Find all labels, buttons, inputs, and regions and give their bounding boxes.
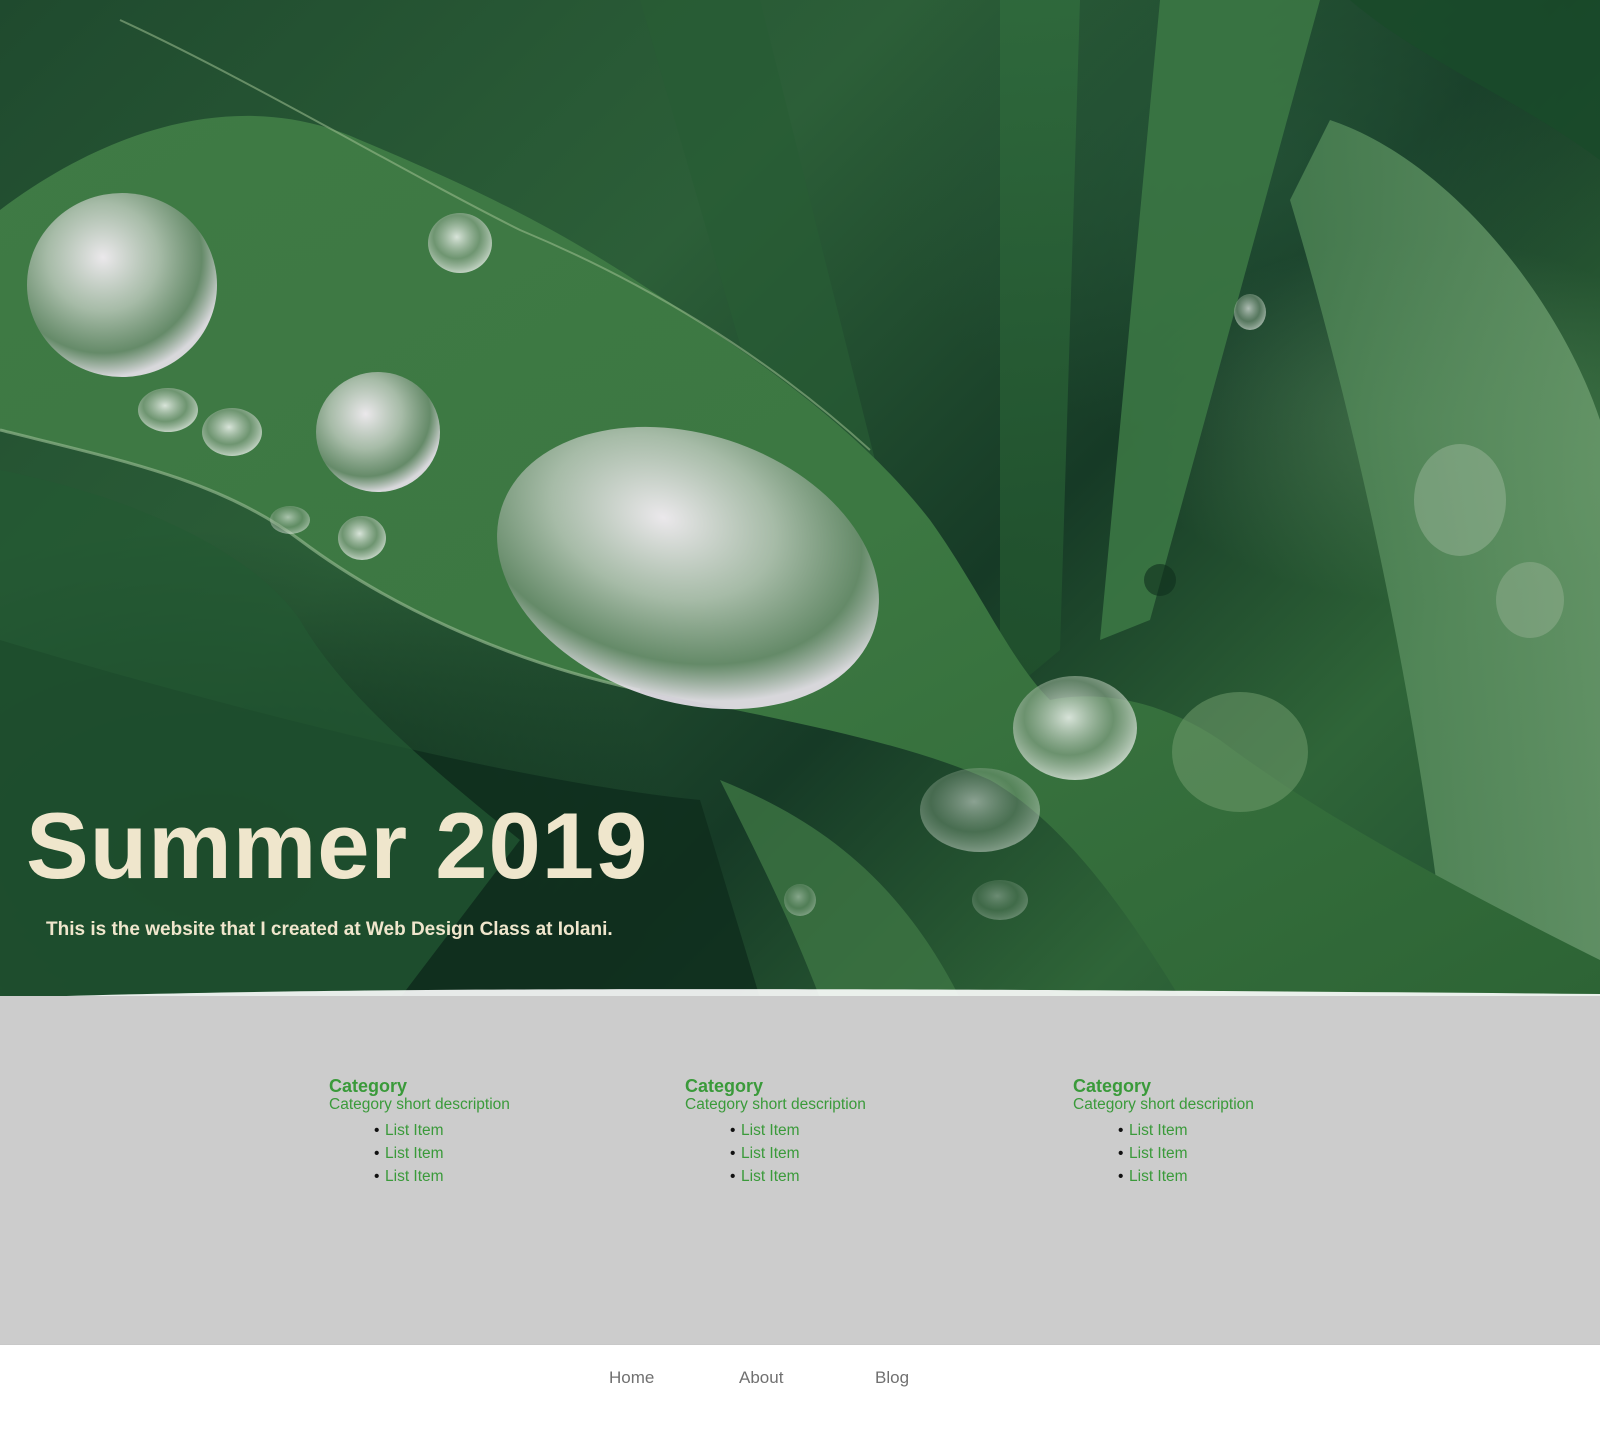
bullet-icon: • [730,1145,736,1162]
bullet-icon: • [374,1168,380,1185]
bullet-icon: • [730,1168,736,1185]
category-title: Category [329,1076,408,1096]
list-item: • List Item [374,1165,649,1188]
list-item-link[interactable]: List Item [741,1168,800,1185]
categories-section: Category Category short description • Lis… [0,996,1600,1344]
category-column-2: Category Category short description • Lis… [685,1076,1005,1188]
hero-subtitle: This is the website that I created at We… [46,919,613,940]
bullet-icon: • [374,1145,380,1162]
list-item-link[interactable]: List Item [385,1122,444,1139]
category-column-1: Category Category short description • Lis… [329,1076,649,1188]
bullet-icon: • [730,1122,736,1139]
bullet-icon: • [374,1122,380,1139]
category-description: Category short description [1073,1096,1254,1113]
list-item-link[interactable]: List Item [1129,1145,1188,1162]
category-title: Category [1073,1076,1152,1096]
category-list: • List Item • List Item • List Item [685,1119,1005,1188]
list-item: • List Item [1118,1165,1393,1188]
footer-nav: Home About Blog [0,1344,1600,1431]
list-item: • List Item [1118,1119,1393,1142]
category-list: • List Item • List Item • List Item [329,1119,649,1188]
list-item-link[interactable]: List Item [741,1122,800,1139]
list-item: • List Item [374,1119,649,1142]
page: Summer 2019 This is the website that I c… [0,0,1600,1431]
list-item-link[interactable]: List Item [741,1145,800,1162]
category-description: Category short description [329,1096,510,1113]
nav-link-blog[interactable]: Blog [875,1367,909,1389]
list-item-link[interactable]: List Item [1129,1168,1188,1185]
list-item-link[interactable]: List Item [385,1145,444,1162]
list-item: • List Item [374,1142,649,1165]
list-item: • List Item [1118,1142,1393,1165]
hero-title: Summer 2019 [26,793,649,898]
list-item: • List Item [730,1119,1005,1142]
category-column-3: Category Category short description • Lis… [1073,1076,1393,1188]
category-description: Category short description [685,1096,866,1113]
bullet-icon: • [1118,1145,1124,1162]
list-item: • List Item [730,1165,1005,1188]
category-list: • List Item • List Item • List Item [1073,1119,1393,1188]
list-item-link[interactable]: List Item [385,1168,444,1185]
category-title: Category [685,1076,764,1096]
nav-link-about[interactable]: About [739,1367,783,1389]
list-item: • List Item [730,1142,1005,1165]
bullet-icon: • [1118,1168,1124,1185]
list-item-link[interactable]: List Item [1129,1122,1188,1139]
nav-link-home[interactable]: Home [609,1367,654,1389]
hero-banner: Summer 2019 This is the website that I c… [0,0,1600,998]
bullet-icon: • [1118,1122,1124,1139]
